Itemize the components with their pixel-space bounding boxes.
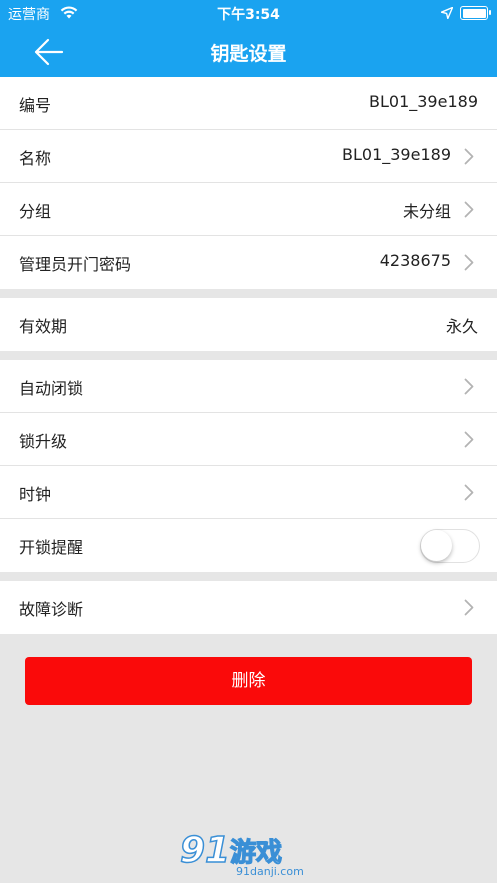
row-label: 有效期: [19, 317, 68, 336]
row-label: 开锁提醒: [19, 538, 84, 557]
row-label: 分组: [19, 202, 52, 221]
unlock-reminder-row: 开锁提醒: [0, 519, 497, 572]
row-label: 自动闭锁: [19, 379, 84, 398]
validity-group: 有效期 永久: [0, 298, 497, 351]
key-info-group: 编号 BL01_39e189 名称 BL01_39e189 分组 未分组 管理员…: [0, 77, 497, 289]
chevron-right-icon: [464, 599, 474, 616]
nav-bar: 钥匙设置: [0, 26, 497, 77]
lock-upgrade-row[interactable]: 锁升级: [0, 413, 497, 466]
watermark-brand: 游戏: [229, 837, 283, 868]
delete-button[interactable]: 删除: [25, 657, 472, 705]
battery-icon: [460, 6, 491, 20]
key-number-row: 编号 BL01_39e189: [0, 77, 497, 130]
auto-lock-row[interactable]: 自动闭锁: [0, 360, 497, 413]
chevron-right-icon: [464, 484, 474, 501]
validity-row: 有效期 永久: [0, 298, 497, 351]
clock-row[interactable]: 时钟: [0, 466, 497, 519]
row-label: 故障诊断: [19, 600, 84, 619]
chevron-right-icon: [464, 148, 474, 165]
row-value: 永久: [445, 317, 478, 336]
location-arrow-icon: [441, 7, 453, 19]
page-title: 钥匙设置: [210, 43, 287, 65]
toggle-knob: [421, 530, 452, 561]
row-value: BL01_39e189: [369, 92, 478, 111]
watermark-url: 91danji.com: [236, 865, 304, 878]
row-value: 未分组: [402, 202, 451, 221]
functions-group: 自动闭锁 锁升级 时钟 开锁提醒: [0, 360, 497, 572]
status-bar: 运营商 下午3:54: [0, 0, 497, 26]
admin-password-row[interactable]: 管理员开门密码 4238675: [0, 236, 497, 289]
row-label: 时钟: [19, 485, 52, 504]
watermark-number: 91: [179, 829, 231, 872]
chevron-right-icon: [464, 378, 474, 395]
fault-diagnosis-row[interactable]: 故障诊断: [0, 581, 497, 634]
row-value: BL01_39e189: [342, 145, 451, 164]
row-value: 4238675: [379, 251, 451, 270]
watermark-logo: 91 游戏 91danji.com: [179, 829, 320, 880]
row-label: 锁升级: [19, 432, 68, 451]
row-label: 名称: [19, 149, 52, 168]
unlock-reminder-toggle[interactable]: [420, 529, 480, 563]
diagnosis-group: 故障诊断: [0, 581, 497, 634]
row-label: 编号: [19, 96, 52, 115]
key-group-row[interactable]: 分组 未分组: [0, 183, 497, 236]
chevron-right-icon: [464, 201, 474, 218]
chevron-right-icon: [464, 254, 474, 271]
key-name-row[interactable]: 名称 BL01_39e189: [0, 130, 497, 183]
chevron-right-icon: [464, 431, 474, 448]
clock-time: 下午3:54: [217, 7, 280, 23]
row-label: 管理员开门密码: [19, 255, 132, 274]
